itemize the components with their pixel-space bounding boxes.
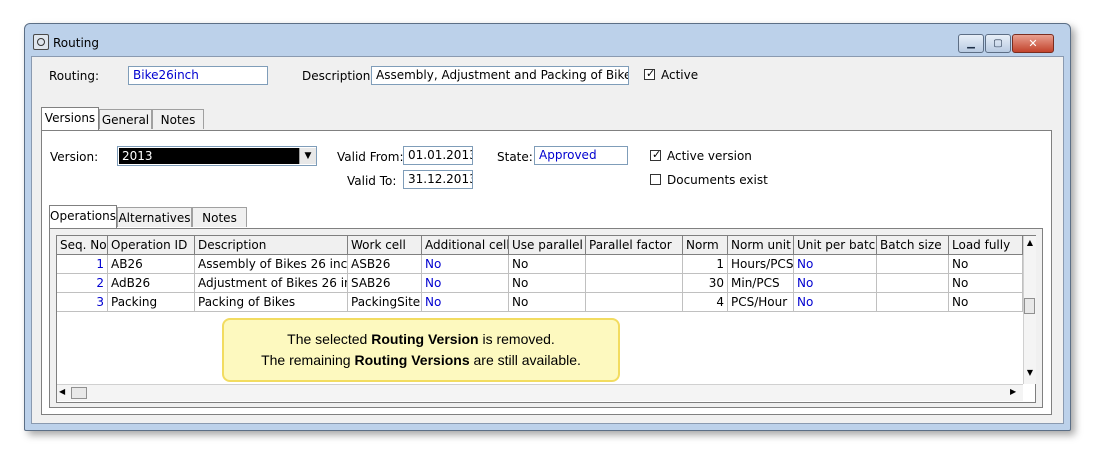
table-row-cell-load-fully[interactable]: No bbox=[949, 274, 1023, 293]
table-row-cell-norm-unit[interactable]: Min/PCS bbox=[728, 274, 794, 293]
table-row-cell-additional-cells[interactable]: No bbox=[422, 274, 509, 293]
callout-line-2: The remaining Routing Versions are still… bbox=[261, 352, 581, 368]
close-icon: ✕ bbox=[1028, 37, 1038, 50]
column-header-load-fully[interactable]: Load fully bbox=[949, 236, 1023, 255]
routing-field[interactable]: Bike26inch bbox=[128, 66, 268, 85]
table-row-cell-operation-id[interactable]: AB26 bbox=[108, 255, 195, 274]
table-row-cell-batch-size[interactable] bbox=[877, 274, 949, 293]
column-header-unit-per-batch[interactable]: Unit per batch bbox=[794, 236, 877, 255]
column-header-additional-cells[interactable]: Additional cells bbox=[422, 236, 509, 255]
table-row-cell-batch-size[interactable] bbox=[877, 255, 949, 274]
version-dropdown[interactable]: 2013 ▼ bbox=[117, 146, 317, 166]
documents-exist-checkbox[interactable] bbox=[650, 174, 661, 185]
table-row-cell-seq[interactable]: 2 bbox=[57, 274, 108, 293]
check-icon: ✓ bbox=[646, 67, 656, 80]
info-callout: The selected Routing Version is removed.… bbox=[222, 318, 620, 382]
scroll-down-icon[interactable]: ▼ bbox=[1024, 368, 1036, 377]
column-header-seq-no[interactable]: Seq. No bbox=[57, 236, 108, 255]
table-row-cell-work-cell[interactable]: PackingSite bbox=[348, 293, 422, 312]
table-row-cell-use-parallel[interactable]: No bbox=[509, 274, 586, 293]
tab-versions[interactable]: Versions bbox=[41, 107, 99, 130]
table-row-cell-description[interactable]: Assembly of Bikes 26 inch bbox=[195, 255, 348, 274]
check-icon: ✓ bbox=[652, 148, 662, 161]
active-version-checkbox[interactable]: ✓ bbox=[650, 148, 662, 161]
table-row-cell-operation-id[interactable]: AdB26 bbox=[108, 274, 195, 293]
table-row-cell-parallel-factor[interactable] bbox=[586, 293, 683, 312]
horizontal-scroll-thumb[interactable] bbox=[71, 387, 87, 399]
tab-general[interactable]: General bbox=[99, 109, 152, 129]
tab-alternatives[interactable]: Alternatives bbox=[117, 207, 192, 227]
table-row-cell-norm-unit[interactable]: PCS/Hour bbox=[728, 293, 794, 312]
routing-label: Routing: bbox=[49, 69, 100, 83]
table-row-cell-description[interactable]: Adjustment of Bikes 26 inch bbox=[195, 274, 348, 293]
vertical-scrollbar[interactable]: ▲ ▼ bbox=[1023, 236, 1036, 384]
state-field[interactable]: Approved bbox=[534, 146, 628, 165]
table-row-cell-work-cell[interactable]: ASB26 bbox=[348, 255, 422, 274]
table-row-cell-operation-id[interactable]: Packing bbox=[108, 293, 195, 312]
version-label: Version: bbox=[50, 150, 99, 164]
table-row-cell-unit-per-batch[interactable]: No bbox=[794, 274, 877, 293]
active-checkbox[interactable]: ✓ bbox=[644, 67, 656, 80]
routing-app-icon bbox=[33, 34, 49, 50]
window-title: Routing bbox=[53, 36, 100, 50]
title-bar[interactable]: Routing ▁ ▢ ✕ bbox=[25, 24, 1070, 54]
callout-line-1: The selected Routing Version is removed. bbox=[287, 331, 555, 347]
operations-tab-strip: Operations Alternatives Notes bbox=[49, 205, 1039, 229]
minimize-button[interactable]: ▁ bbox=[958, 34, 984, 53]
column-header-batch-size[interactable]: Batch size bbox=[877, 236, 949, 255]
active-version-label: Active version bbox=[667, 149, 752, 163]
main-tab-strip: Versions General Notes bbox=[41, 107, 1051, 131]
table-row-cell-description[interactable]: Packing of Bikes bbox=[195, 293, 348, 312]
table-row-cell-work-cell[interactable]: SAB26 bbox=[348, 274, 422, 293]
tab-operation-notes[interactable]: Notes bbox=[192, 207, 247, 227]
valid-from-label: Valid From: bbox=[337, 150, 404, 164]
table-row-cell-batch-size[interactable] bbox=[877, 293, 949, 312]
vertical-scroll-thumb[interactable] bbox=[1024, 298, 1035, 314]
column-header-operation-id[interactable]: Operation ID bbox=[108, 236, 195, 255]
valid-to-label: Valid To: bbox=[347, 174, 397, 188]
tab-operations[interactable]: Operations bbox=[49, 205, 117, 228]
table-row-cell-use-parallel[interactable]: No bbox=[509, 255, 586, 274]
state-label: State: bbox=[497, 150, 533, 164]
table-row-cell-seq[interactable]: 3 bbox=[57, 293, 108, 312]
scroll-right-icon[interactable]: ▶ bbox=[1010, 387, 1016, 396]
table-row-cell-norm[interactable]: 30 bbox=[683, 274, 728, 293]
description-field[interactable]: Assembly, Adjustment and Packing of Bike… bbox=[371, 66, 629, 85]
documents-exist-label: Documents exist bbox=[667, 173, 768, 187]
minimize-icon: ▁ bbox=[967, 38, 975, 49]
column-header-description[interactable]: Description bbox=[195, 236, 348, 255]
table-row-cell-additional-cells[interactable]: No bbox=[422, 255, 509, 274]
table-row-cell-norm[interactable]: 4 bbox=[683, 293, 728, 312]
table-row-cell-additional-cells[interactable]: No bbox=[422, 293, 509, 312]
table-row-cell-unit-per-batch[interactable]: No bbox=[794, 293, 877, 312]
table-row-cell-load-fully[interactable]: No bbox=[949, 255, 1023, 274]
maximize-icon: ▢ bbox=[993, 38, 1003, 49]
table-row-cell-seq[interactable]: 1 bbox=[57, 255, 108, 274]
scroll-left-icon[interactable]: ◀ bbox=[59, 387, 65, 396]
column-header-parallel-factor[interactable]: Parallel factor bbox=[586, 236, 683, 255]
close-button[interactable]: ✕ bbox=[1012, 34, 1054, 53]
table-row-cell-use-parallel[interactable]: No bbox=[509, 293, 586, 312]
column-header-norm-unit[interactable]: Norm unit bbox=[728, 236, 794, 255]
maximize-button[interactable]: ▢ bbox=[985, 34, 1011, 53]
active-label: Active bbox=[661, 68, 699, 82]
description-label: Description: bbox=[302, 69, 375, 83]
table-row-cell-norm[interactable]: 1 bbox=[683, 255, 728, 274]
table-row-cell-parallel-factor[interactable] bbox=[586, 274, 683, 293]
column-header-use-parallel[interactable]: Use parallel bbox=[509, 236, 586, 255]
column-header-norm[interactable]: Norm bbox=[683, 236, 728, 255]
table-row-cell-parallel-factor[interactable] bbox=[586, 255, 683, 274]
valid-to-field[interactable]: 31.12.2013 bbox=[403, 170, 473, 189]
table-row-cell-unit-per-batch[interactable]: No bbox=[794, 255, 877, 274]
dropdown-arrow-icon[interactable]: ▼ bbox=[299, 148, 316, 164]
horizontal-scrollbar[interactable]: ◀ ▶ bbox=[57, 384, 1023, 401]
tab-notes[interactable]: Notes bbox=[152, 109, 204, 129]
table-row-cell-norm-unit[interactable]: Hours/PCS bbox=[728, 255, 794, 274]
valid-from-field[interactable]: 01.01.2013 bbox=[403, 146, 473, 165]
table-row-cell-load-fully[interactable]: No bbox=[949, 293, 1023, 312]
version-selected-value: 2013 bbox=[119, 148, 299, 164]
column-header-work-cell[interactable]: Work cell bbox=[348, 236, 422, 255]
scroll-up-icon[interactable]: ▲ bbox=[1024, 238, 1036, 247]
